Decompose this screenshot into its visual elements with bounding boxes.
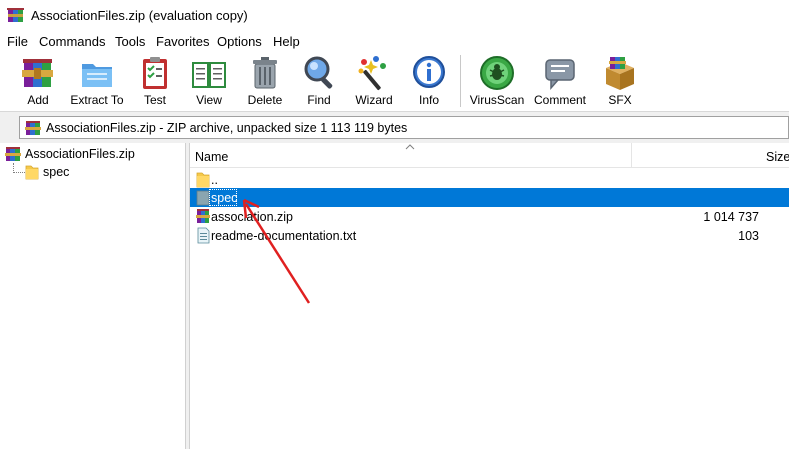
file-row-parent[interactable]: .. — [190, 170, 789, 189]
virusscan-button[interactable]: VirusScan — [470, 54, 524, 110]
sort-ascending-icon — [405, 144, 415, 150]
view-button[interactable]: View — [188, 54, 230, 110]
menu-help[interactable]: Help — [273, 34, 300, 49]
extract-folder-icon — [82, 64, 112, 87]
info-label: Info — [418, 93, 439, 107]
menu-options[interactable]: Options — [217, 34, 262, 49]
file-name: association.zip — [211, 210, 293, 224]
address-field[interactable]: AssociationFiles.zip - ZIP archive, unpa… — [19, 116, 789, 139]
add-archive-icon — [22, 59, 53, 87]
comment-label: Comment — [533, 93, 586, 107]
wizard-button[interactable]: Wizard — [354, 54, 394, 110]
text-file-icon — [197, 227, 210, 244]
comment-icon — [545, 59, 575, 90]
column-name-header[interactable]: Name — [195, 150, 228, 164]
test-clipboard-icon — [143, 57, 167, 89]
file-size: 103 — [738, 229, 759, 243]
info-button[interactable]: Info — [412, 54, 446, 110]
delete-button[interactable]: Delete — [245, 54, 285, 110]
winrar-app-icon — [7, 8, 24, 22]
info-icon — [413, 56, 445, 88]
tree-child-label: spec — [43, 165, 70, 179]
title-bar: AssociationFiles.zip (evaluation copy) — [0, 0, 789, 31]
view-label: View — [196, 93, 222, 107]
tree-item-spec[interactable]: spec — [25, 164, 69, 180]
menu-commands[interactable]: Commands — [39, 34, 105, 49]
toolbar-separator — [460, 55, 461, 107]
sfx-box-icon — [606, 57, 634, 90]
file-list: Name Size .. spec association.zip 1 014 … — [190, 143, 789, 449]
add-button[interactable]: Add — [19, 54, 57, 110]
virusscan-label: VirusScan — [469, 93, 525, 107]
trash-can-icon — [253, 57, 277, 89]
address-bar: AssociationFiles.zip - ZIP archive, unpa… — [0, 112, 789, 143]
menu-file[interactable]: File — [7, 34, 28, 49]
tree-item-root[interactable]: AssociationFiles.zip — [5, 146, 135, 162]
menu-favorites[interactable]: Favorites — [156, 34, 209, 49]
comment-button[interactable]: Comment — [532, 54, 588, 110]
find-button[interactable]: Find — [300, 54, 338, 110]
add-label: Add — [27, 93, 49, 107]
extract-to-label: Extract To — [70, 93, 124, 107]
wizard-label: Wizard — [355, 93, 393, 107]
find-label: Find — [307, 93, 331, 107]
test-label: Test — [143, 93, 166, 107]
zip-archive-icon — [25, 121, 41, 135]
file-name: spec — [211, 191, 238, 205]
extract-to-button[interactable]: Extract To — [70, 54, 124, 110]
zip-archive-icon — [196, 209, 210, 223]
folder-icon — [25, 165, 39, 180]
toolbar: Add Extract To Test View Delete Find Wiz… — [0, 51, 789, 112]
test-button[interactable]: Test — [137, 54, 173, 110]
menu-bar: File Commands Tools Favorites Options He… — [0, 31, 789, 51]
folder-icon — [196, 172, 210, 188]
zip-archive-icon — [5, 147, 21, 161]
tree-connector — [13, 172, 25, 173]
file-size: 1 014 737 — [703, 210, 759, 224]
sfx-label: SFX — [608, 93, 632, 107]
address-text: AssociationFiles.zip - ZIP archive, unpa… — [46, 121, 408, 135]
magnifier-icon — [304, 56, 333, 89]
magic-wand-icon — [358, 56, 386, 91]
window-title: AssociationFiles.zip (evaluation copy) — [31, 8, 248, 23]
virus-scan-icon — [480, 56, 514, 90]
column-size-header[interactable]: Size — [766, 150, 789, 164]
delete-label: Delete — [247, 93, 283, 107]
column-divider[interactable] — [631, 143, 632, 168]
file-name: .. — [211, 173, 218, 187]
tree-root-label: AssociationFiles.zip — [25, 147, 135, 161]
file-name: readme-documentation.txt — [211, 229, 357, 243]
view-book-icon — [192, 62, 226, 88]
folder-tree — [0, 143, 185, 449]
file-row-readme[interactable]: readme-documentation.txt 103 — [190, 226, 789, 245]
sfx-button[interactable]: SFX — [599, 54, 641, 110]
file-row-spec[interactable]: spec — [190, 188, 789, 207]
file-row-association-zip[interactable]: association.zip 1 014 737 — [190, 207, 789, 226]
column-header: Name Size — [190, 143, 789, 168]
menu-tools[interactable]: Tools — [115, 34, 145, 49]
